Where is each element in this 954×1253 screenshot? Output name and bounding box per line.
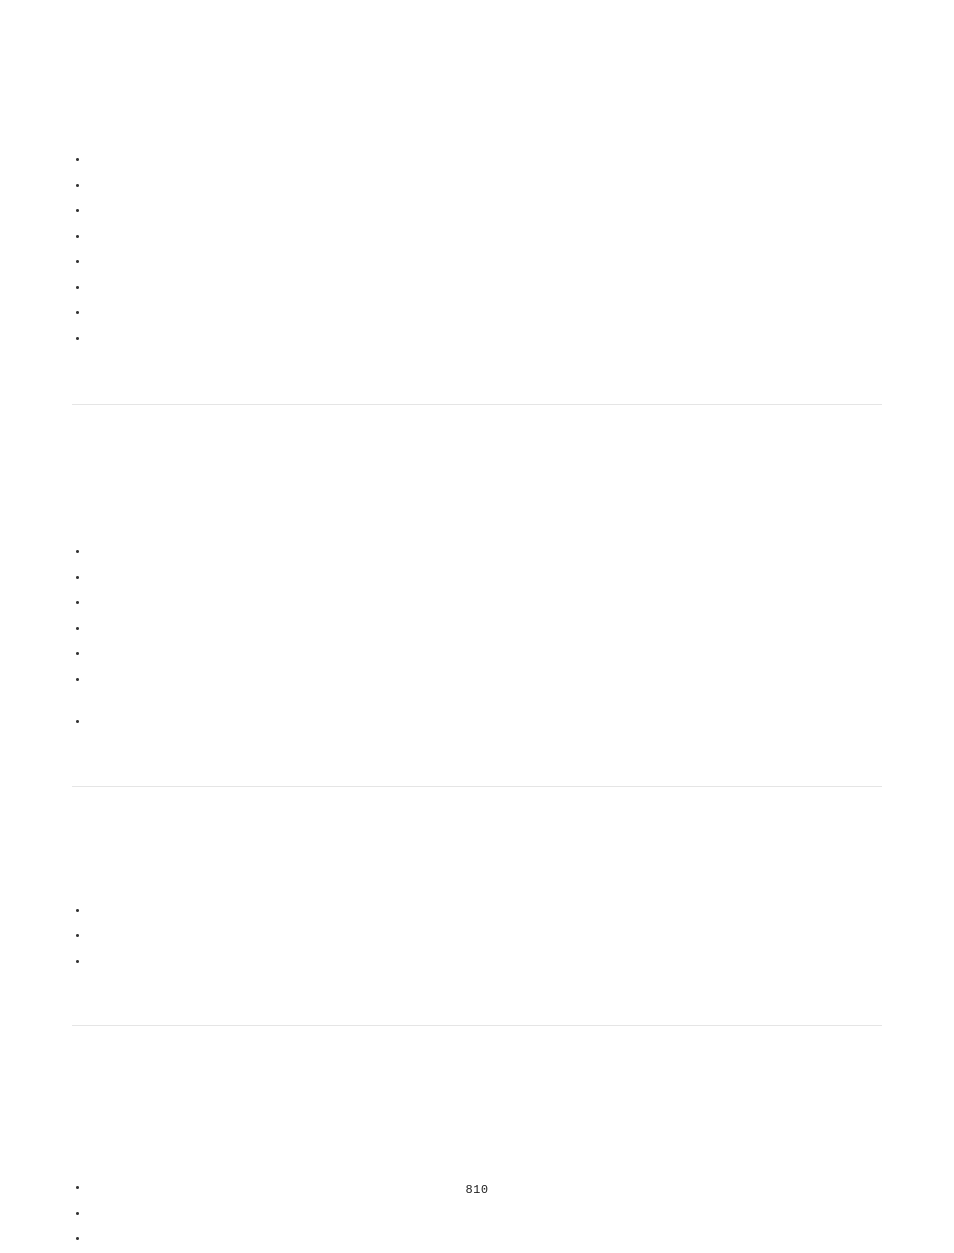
bullet-list-2 xyxy=(48,540,906,736)
list-item xyxy=(84,642,906,668)
bullet-list-3 xyxy=(48,899,906,976)
list-item xyxy=(84,199,906,225)
list-item xyxy=(84,276,906,302)
page-content xyxy=(0,0,954,1253)
list-item xyxy=(84,710,906,736)
bullet-list-1 xyxy=(48,148,906,352)
list-item xyxy=(84,1227,906,1253)
list-item xyxy=(84,327,906,353)
list-item xyxy=(84,668,906,694)
list-item xyxy=(84,1202,906,1228)
list-gap xyxy=(84,693,906,710)
list-item xyxy=(84,617,906,643)
section-gap xyxy=(48,1026,906,1176)
list-item xyxy=(84,540,906,566)
list-item xyxy=(84,250,906,276)
list-item xyxy=(84,899,906,925)
list-item xyxy=(84,950,906,976)
list-item xyxy=(84,566,906,592)
section-gap xyxy=(48,787,906,899)
section-gap xyxy=(48,405,906,540)
list-item xyxy=(84,148,906,174)
list-item xyxy=(84,591,906,617)
list-item xyxy=(84,301,906,327)
page-number: 810 xyxy=(0,1183,954,1197)
list-item xyxy=(84,225,906,251)
list-item xyxy=(84,924,906,950)
list-item xyxy=(84,174,906,200)
